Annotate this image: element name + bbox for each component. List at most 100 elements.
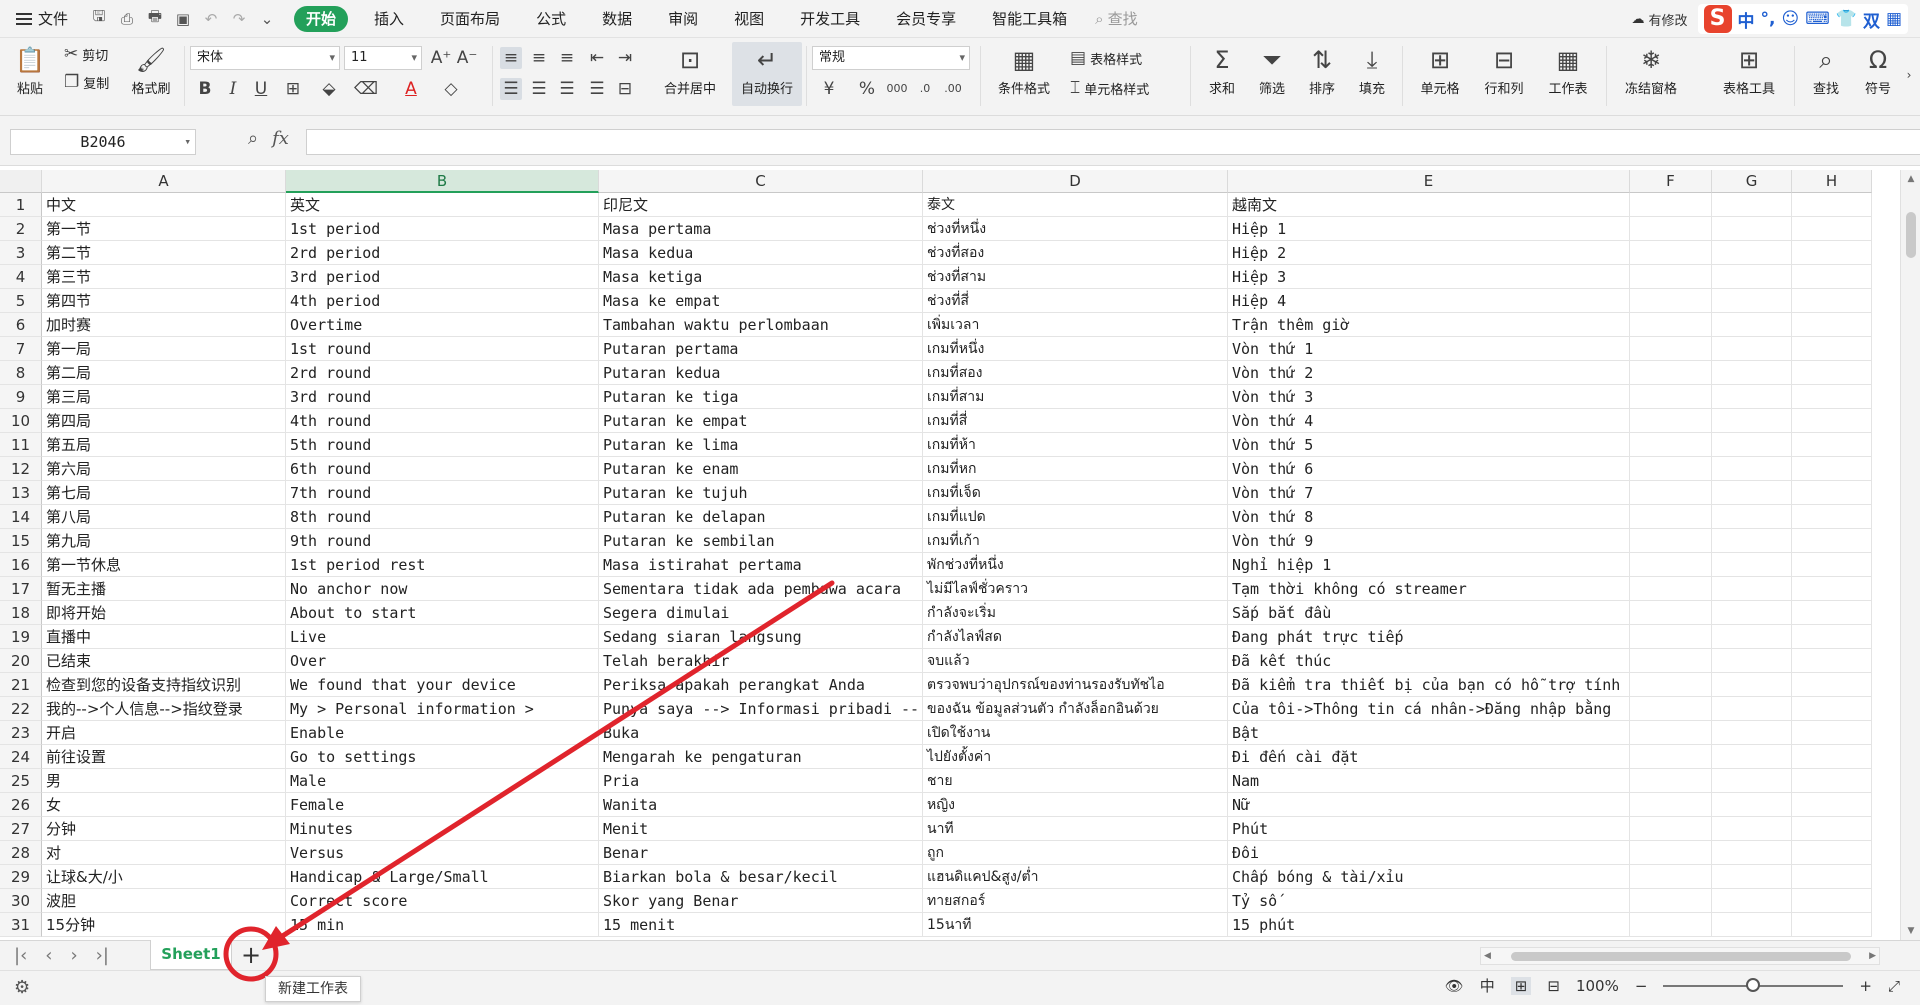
- cell-f11[interactable]: [1630, 433, 1712, 457]
- menu-tab-9[interactable]: 智能工具箱: [974, 0, 1085, 38]
- cell-f18[interactable]: [1630, 601, 1712, 625]
- cell-g25[interactable]: [1712, 769, 1792, 793]
- clear-format-icon[interactable]: ⌫: [354, 78, 378, 100]
- save-icon[interactable]: 🖫: [90, 6, 108, 31]
- cell-c21[interactable]: Periksa apakah perangkat Anda: [599, 673, 923, 697]
- cell-g9[interactable]: [1712, 385, 1792, 409]
- cell-g28[interactable]: [1712, 841, 1792, 865]
- cell-e20[interactable]: Đã kết thúc: [1228, 649, 1630, 673]
- cell-b7[interactable]: 1st round: [286, 337, 599, 361]
- cell-h28[interactable]: [1792, 841, 1872, 865]
- language-indicator[interactable]: 中: [1480, 975, 1495, 996]
- row-header[interactable]: 31: [0, 913, 42, 937]
- cell-g18[interactable]: [1712, 601, 1792, 625]
- cell-e6[interactable]: Trận thêm giờ: [1228, 313, 1630, 337]
- cell-a9[interactable]: 第三局: [42, 385, 286, 409]
- cell-e28[interactable]: Đôi: [1228, 841, 1630, 865]
- paste-button[interactable]: 📋 粘贴: [10, 42, 50, 97]
- cell-c26[interactable]: Wanita: [599, 793, 923, 817]
- cell-c30[interactable]: Skor yang Benar: [599, 889, 923, 913]
- cell-d21[interactable]: ตรวจพบว่าอุปกรณ์ของท่านรองรับทัชไอ: [923, 673, 1228, 697]
- cell-c28[interactable]: Benar: [599, 841, 923, 865]
- cell-f21[interactable]: [1630, 673, 1712, 697]
- cell-f17[interactable]: [1630, 577, 1712, 601]
- cell-e5[interactable]: Hiệp 4: [1228, 289, 1630, 313]
- cell-c11[interactable]: Putaran ke lima: [599, 433, 923, 457]
- cell-a13[interactable]: 第七局: [42, 481, 286, 505]
- row-header[interactable]: 2: [0, 217, 42, 241]
- cell-b22[interactable]: My > Personal information >: [286, 697, 599, 721]
- cell-f5[interactable]: [1630, 289, 1712, 313]
- decrease-decimal-icon[interactable]: .00: [942, 78, 964, 100]
- justify-icon[interactable]: ☰: [586, 78, 608, 100]
- cell-h8[interactable]: [1792, 361, 1872, 385]
- cell-h31[interactable]: [1792, 913, 1872, 937]
- cell-g26[interactable]: [1712, 793, 1792, 817]
- cell-c24[interactable]: Mengarah ke pengaturan: [599, 745, 923, 769]
- thousands-icon[interactable]: 000: [886, 78, 908, 100]
- cell-b18[interactable]: About to start: [286, 601, 599, 625]
- cell-e2[interactable]: Hiệp 1: [1228, 217, 1630, 241]
- column-header-b[interactable]: B: [286, 170, 599, 193]
- format-painter-button[interactable]: 🖌 格式刷: [126, 42, 176, 97]
- cell-d6[interactable]: เพิ่มเวลา: [923, 313, 1228, 337]
- distributed-icon[interactable]: ⊟: [614, 78, 636, 100]
- scroll-up-icon[interactable]: ▲: [1901, 174, 1920, 184]
- cell-a12[interactable]: 第六局: [42, 457, 286, 481]
- cell-d22[interactable]: ของฉัน ข้อมูลส่วนตัว กำลังล็อกอินด้วย: [923, 697, 1228, 721]
- row-header[interactable]: 21: [0, 673, 42, 697]
- cell-f14[interactable]: [1630, 505, 1712, 529]
- cell-a20[interactable]: 已结束: [42, 649, 286, 673]
- cell-e18[interactable]: Sắp bắt đầu: [1228, 601, 1630, 625]
- cell-h14[interactable]: [1792, 505, 1872, 529]
- cell-h29[interactable]: [1792, 865, 1872, 889]
- row-header[interactable]: 15: [0, 529, 42, 553]
- first-sheet-icon[interactable]: |‹: [14, 945, 27, 966]
- cell-b12[interactable]: 6th round: [286, 457, 599, 481]
- cell-g7[interactable]: [1712, 337, 1792, 361]
- cell-a31[interactable]: 15分钟: [42, 913, 286, 937]
- find-button[interactable]: ⌕ 查找: [1804, 42, 1848, 97]
- cell-b26[interactable]: Female: [286, 793, 599, 817]
- cell-button[interactable]: ⊞ 单元格: [1412, 42, 1468, 97]
- cell-a4[interactable]: 第三节: [42, 265, 286, 289]
- row-header[interactable]: 26: [0, 793, 42, 817]
- row-header[interactable]: 7: [0, 337, 42, 361]
- menu-tab-8[interactable]: 会员专享: [878, 0, 974, 38]
- cell-f8[interactable]: [1630, 361, 1712, 385]
- cell-e23[interactable]: Bật: [1228, 721, 1630, 745]
- zoom-out-icon[interactable]: −: [1635, 977, 1648, 995]
- table-style-button[interactable]: ▤ 表格样式: [1070, 48, 1142, 68]
- cell-b31[interactable]: 15 min: [286, 913, 599, 937]
- column-header-h[interactable]: H: [1792, 170, 1872, 193]
- align-center-icon[interactable]: ☰: [528, 78, 550, 100]
- cell-d12[interactable]: เกมที่หก: [923, 457, 1228, 481]
- cell-h4[interactable]: [1792, 265, 1872, 289]
- cell-d11[interactable]: เกมที่ห้า: [923, 433, 1228, 457]
- cell-g3[interactable]: [1712, 241, 1792, 265]
- formula-input[interactable]: [306, 129, 1920, 155]
- cell-c20[interactable]: Telah berakhir: [599, 649, 923, 673]
- align-top-icon[interactable]: ≡: [500, 47, 522, 69]
- horizontal-scroll-thumb[interactable]: [1511, 952, 1851, 961]
- cell-b6[interactable]: Overtime: [286, 313, 599, 337]
- cell-d23[interactable]: เปิดใช้งาน: [923, 721, 1228, 745]
- cell-g24[interactable]: [1712, 745, 1792, 769]
- cell-a22[interactable]: 我的-->个人信息-->指纹登录: [42, 697, 286, 721]
- font-size-select[interactable]: 11: [344, 46, 422, 70]
- cell-c12[interactable]: Putaran ke enam: [599, 457, 923, 481]
- cell-c31[interactable]: 15 menit: [599, 913, 923, 937]
- cell-d17[interactable]: ไม่มีไลฟ์ชั่วคราว: [923, 577, 1228, 601]
- row-header[interactable]: 10: [0, 409, 42, 433]
- cell-g30[interactable]: [1712, 889, 1792, 913]
- row-header[interactable]: 8: [0, 361, 42, 385]
- row-header[interactable]: 16: [0, 553, 42, 577]
- horizontal-scrollbar[interactable]: ◀ ▶: [1480, 947, 1880, 965]
- cell-h7[interactable]: [1792, 337, 1872, 361]
- cell-b20[interactable]: Over: [286, 649, 599, 673]
- cell-f19[interactable]: [1630, 625, 1712, 649]
- cell-g31[interactable]: [1712, 913, 1792, 937]
- cell-f29[interactable]: [1630, 865, 1712, 889]
- row-header[interactable]: 5: [0, 289, 42, 313]
- ribbon-scroll-right-icon[interactable]: ›: [1898, 64, 1920, 86]
